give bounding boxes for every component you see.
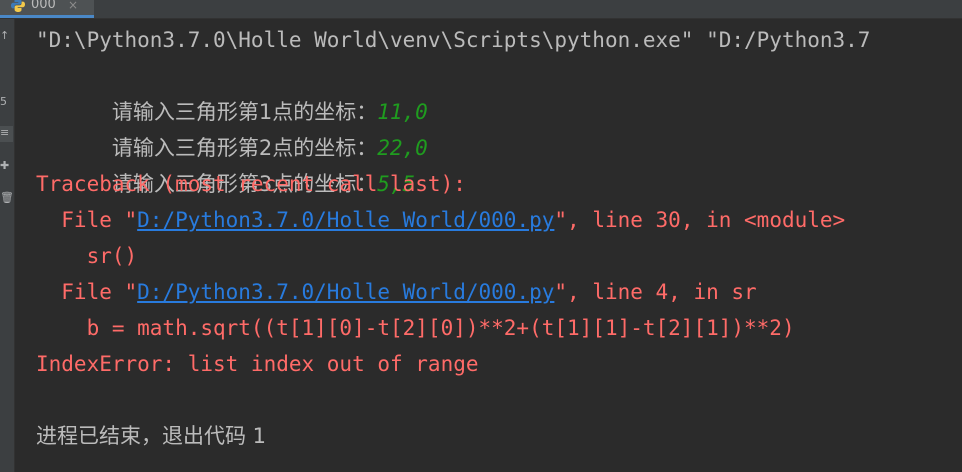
pin-icon[interactable]: ✚ bbox=[0, 159, 13, 175]
file-link[interactable]: D:/Python3.7.0/Holle World/000.py bbox=[137, 280, 554, 304]
console-toolbar: ↑ 5 ≡ ✚ 🗑 bbox=[0, 19, 15, 472]
tab-run-000[interactable]: 000 × bbox=[0, 0, 94, 18]
traceback-frame: File "D:/Python3.7.0/Holle World/000.py"… bbox=[36, 274, 757, 310]
wrap-icon[interactable]: 5 bbox=[0, 95, 13, 111]
run-window: 000 × ↑ 5 ≡ ✚ 🗑 "D:\Python3.7.0\Holle Wo… bbox=[0, 0, 962, 472]
file-link[interactable]: D:/Python3.7.0/Holle World/000.py bbox=[137, 208, 554, 232]
tab-label: 000 bbox=[31, 0, 56, 12]
prompt-line: 请输入三角形第3点的坐标：5,5 bbox=[36, 130, 415, 196]
traceback-frame: File "D:/Python3.7.0/Holle World/000.py"… bbox=[36, 202, 845, 238]
trash-icon[interactable]: 🗑 bbox=[0, 191, 13, 207]
traceback-header: Traceback (most recent call last): bbox=[36, 172, 466, 196]
frame-suffix: ", line 4, in sr bbox=[554, 280, 757, 304]
python-file-icon bbox=[11, 0, 25, 12]
frame-suffix: ", line 30, in <module> bbox=[554, 208, 846, 232]
stack-icon[interactable]: ≡ bbox=[0, 126, 13, 142]
prompt-line: 请输入三角形第2点的坐标：22,0 bbox=[36, 94, 428, 160]
traceback-code: sr() bbox=[36, 244, 138, 268]
run-tab-bar: 000 × bbox=[0, 0, 962, 19]
error-message: IndexError: list index out of range bbox=[36, 352, 479, 376]
frame-prefix: File " bbox=[36, 208, 138, 232]
arrow-icon[interactable]: ↑ bbox=[0, 29, 13, 45]
close-icon[interactable]: × bbox=[68, 0, 78, 13]
exit-message: 进程已结束，退出代码 1 bbox=[36, 424, 267, 448]
console-output[interactable]: "D:\Python3.7.0\Holle World\venv\Scripts… bbox=[15, 19, 962, 472]
frame-prefix: File " bbox=[36, 280, 138, 304]
prompt-line: 请输入三角形第1点的坐标：11,0 bbox=[36, 58, 428, 124]
run-command-line: "D:\Python3.7.0\Holle World\venv\Scripts… bbox=[36, 28, 871, 52]
traceback-code: b = math.sqrt((t[1][0]-t[2][0])**2+(t[1]… bbox=[36, 316, 795, 340]
